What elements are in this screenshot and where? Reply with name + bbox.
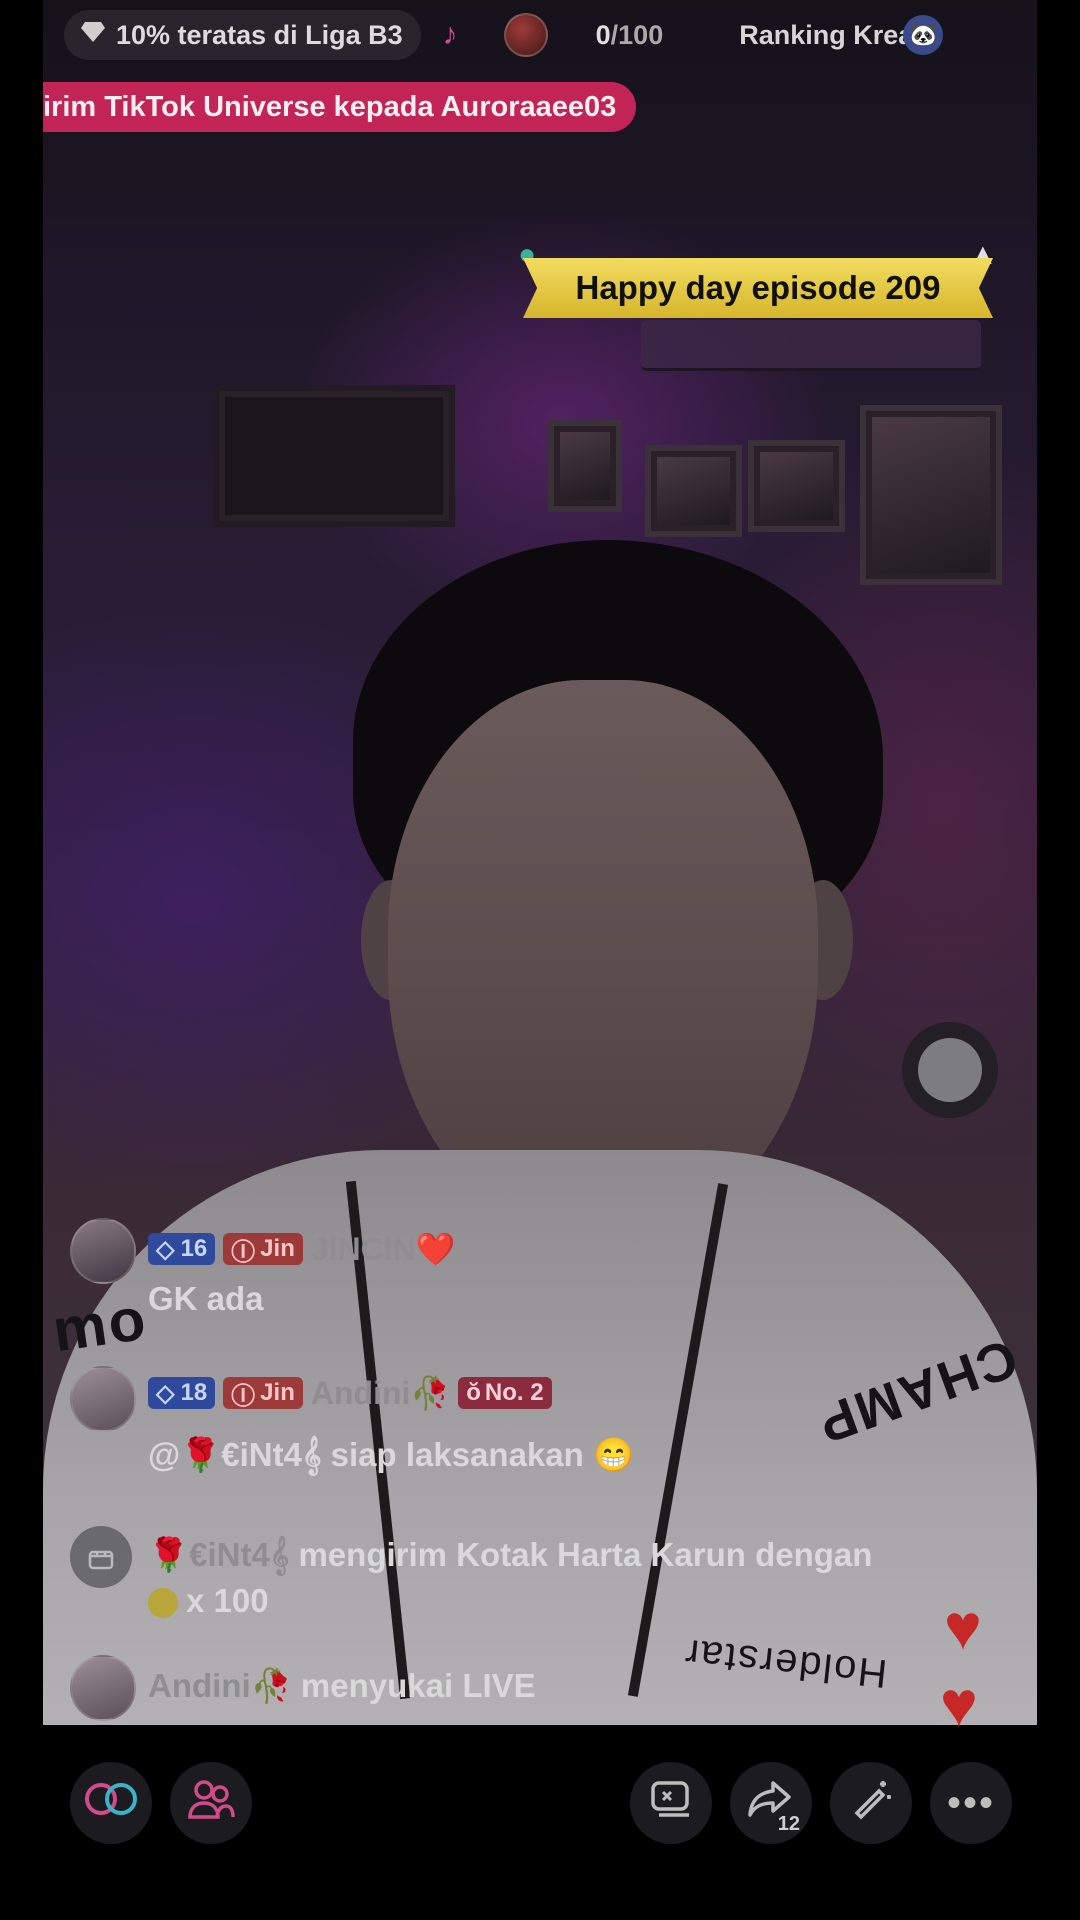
heart-icon: ♥ bbox=[940, 1668, 978, 1740]
more-icon: ••• bbox=[946, 1780, 995, 1825]
wall-photo bbox=[645, 445, 742, 537]
share-button[interactable]: 12 bbox=[730, 1762, 812, 1844]
username[interactable]: Andini🥀 bbox=[311, 1374, 450, 1412]
guests-icon bbox=[187, 1777, 235, 1830]
diamond-icon bbox=[80, 20, 106, 51]
magic-wand-icon bbox=[849, 1777, 893, 1830]
share-count: 12 bbox=[777, 1813, 800, 1835]
level-badge: ◇ 18 bbox=[148, 1377, 216, 1409]
rank-badge: ŏ No. 2 bbox=[458, 1377, 552, 1409]
gift-announcement-text: irim TikTok Universe kepada Auroraaee03 bbox=[43, 90, 617, 123]
gift-amount: x 100 bbox=[186, 1582, 269, 1619]
guests-button[interactable] bbox=[170, 1762, 252, 1844]
diamond-icon: ◇ bbox=[156, 1235, 175, 1263]
gift-announcement-banner[interactable]: irim TikTok Universe kepada Auroraaee03 bbox=[43, 82, 637, 132]
more-button[interactable]: ••• bbox=[930, 1762, 1012, 1844]
air-conditioner bbox=[641, 320, 981, 371]
floating-button[interactable] bbox=[902, 1022, 998, 1118]
avatar[interactable] bbox=[70, 1655, 136, 1721]
wall-photo bbox=[548, 420, 622, 512]
wall-photo bbox=[860, 405, 1002, 585]
fan-badge: Ⓘ Jin bbox=[223, 1233, 303, 1266]
username[interactable]: JINCIN❤️ bbox=[311, 1230, 456, 1268]
league-text: 10% teratas di Liga B3 bbox=[116, 19, 403, 50]
heart-icon: ♥ bbox=[944, 1591, 982, 1663]
fan-icon: Ⓘ bbox=[231, 1238, 256, 1266]
wall-photo bbox=[748, 440, 845, 532]
gift-amount-line: x 100 bbox=[148, 1582, 269, 1620]
fan-badge: Ⓘ Jin bbox=[223, 1377, 303, 1410]
medal-icon: ŏ bbox=[466, 1379, 481, 1406]
wall-collage bbox=[213, 385, 455, 527]
link-icon bbox=[79, 1779, 143, 1828]
episode-banner: Happy day episode 209 bbox=[523, 258, 993, 318]
top-bar: 10% teratas di Liga B3 ♪ 0/100 Ranking K… bbox=[64, 0, 1014, 70]
like-event-line: Andini🥀 menyukai LIVE bbox=[148, 1667, 536, 1706]
chat-text: GK ada bbox=[148, 1280, 264, 1317]
mascot-icon[interactable]: 🐼 bbox=[903, 15, 944, 55]
chat-header: ◇ 16 Ⓘ Jin JINCIN❤️ bbox=[148, 1230, 456, 1268]
like-event-text: menyukai LIVE bbox=[300, 1667, 536, 1704]
level-badge: ◇ 16 bbox=[148, 1233, 216, 1265]
gift-event-line: 🌹€iNt4𝄞 mengirim Kotak Harta Karun denga… bbox=[148, 1536, 872, 1575]
chat-header: ◇ 18 Ⓘ Jin Andini🥀 ŏ No. 2 bbox=[148, 1374, 552, 1412]
music-note-icon[interactable]: ♪ bbox=[443, 18, 458, 52]
username[interactable]: 🌹€iNt4𝄞 bbox=[148, 1536, 289, 1573]
coin-icon bbox=[148, 1588, 178, 1619]
avatar[interactable] bbox=[70, 1218, 136, 1284]
gift-event-text: mengirim Kotak Harta Karun dengan bbox=[298, 1536, 873, 1573]
pip-button[interactable] bbox=[630, 1762, 712, 1844]
floating-button-dot bbox=[918, 1038, 982, 1102]
diamond-icon: ◇ bbox=[156, 1379, 175, 1407]
score-counter[interactable]: 0/100 bbox=[596, 20, 664, 51]
chat-text: @🌹€iNt4𝄞 siap laksanakan 😁 bbox=[148, 1436, 635, 1473]
shirt-print: mo bbox=[48, 1284, 152, 1365]
link-button[interactable] bbox=[70, 1762, 152, 1844]
avatar[interactable] bbox=[70, 1366, 136, 1432]
fan-icon: Ⓘ bbox=[231, 1382, 256, 1410]
effects-button[interactable] bbox=[830, 1762, 912, 1844]
episode-text: Happy day episode 209 bbox=[575, 269, 941, 306]
gift-box-icon bbox=[70, 1526, 132, 1588]
username[interactable]: Andini🥀 bbox=[148, 1667, 292, 1704]
picture-in-picture-icon bbox=[647, 1777, 695, 1830]
ranking-link[interactable]: Ranking Krea bbox=[739, 20, 909, 51]
host-avatar[interactable] bbox=[503, 13, 548, 57]
league-pill[interactable]: 10% teratas di Liga B3 bbox=[64, 10, 421, 60]
